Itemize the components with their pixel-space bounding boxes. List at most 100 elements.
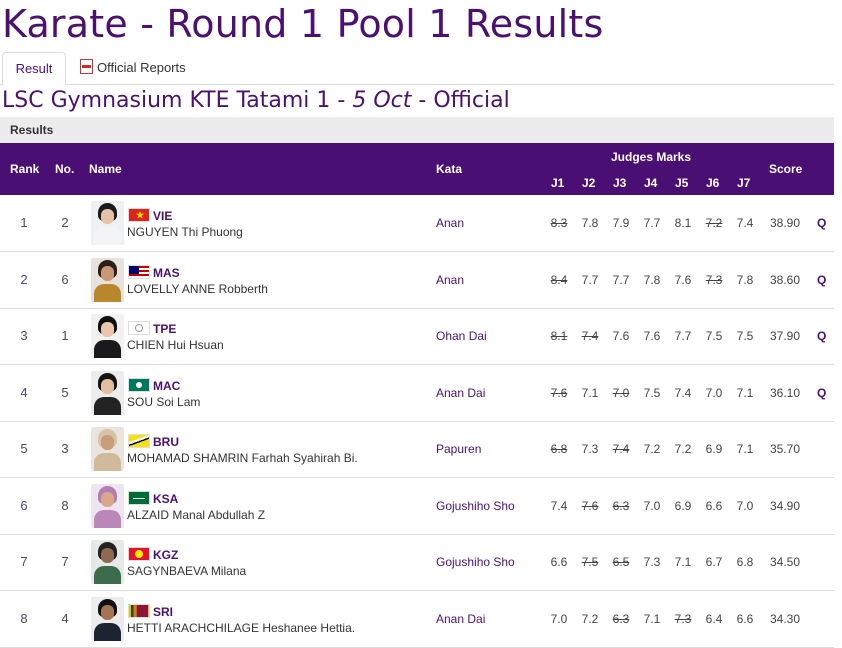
judge-mark-j5: 7.6 [674, 272, 692, 287]
qualification-badge: Q [817, 385, 827, 400]
score-cell: 35.70 [770, 442, 801, 456]
score-cell: 34.50 [770, 555, 801, 569]
athlete-photo[interactable] [91, 257, 124, 302]
rank-cell: 4 [20, 384, 28, 400]
athlete-name-link[interactable]: CHIEN Hui Hsuan [127, 338, 224, 352]
judge-mark-j7: 7.0 [736, 498, 754, 513]
athlete-photo[interactable] [91, 370, 124, 415]
judge-mark-j7: 7.4 [736, 216, 754, 230]
table-row[interactable]: 3 1 TPE CHIEN Hui Hsuan Ohan Dai 8.1 7.4 7.6 7.6… [0, 308, 834, 365]
judge-mark-j7: 7.1 [736, 442, 754, 456]
athlete-photo[interactable] [91, 483, 124, 528]
results-table-header: Rank No. Name Kata Judges Marks J1 J2 J3… [0, 143, 834, 195]
table-row[interactable]: 7 7 KGZ SAGYNBAEVA Milana Gojushiho Sho 6.6 7.… [0, 534, 834, 591]
judge-mark-j2: 7.1 [581, 385, 599, 400]
bib-number-cell: 6 [61, 271, 69, 287]
rank-cell: 1 [20, 215, 28, 230]
athlete-name-link[interactable]: SOU Soi Lam [127, 395, 200, 409]
judge-mark-j5: 8.1 [674, 216, 692, 230]
athlete-name-link[interactable]: SAGYNBAEVA Milana [127, 564, 246, 578]
tab-bar: Result Official Reports [0, 52, 834, 86]
bib-number-cell: 4 [61, 610, 69, 626]
judge-mark-j2: 7.8 [581, 216, 599, 230]
athlete-photo[interactable] [91, 596, 124, 641]
judge-mark-j1: 7.0 [550, 611, 568, 626]
judge-mark-j1: 7.6 [550, 385, 568, 400]
country-code[interactable]: KGZ [128, 547, 178, 562]
header-rank[interactable]: Rank [10, 162, 39, 176]
score-cell: 34.90 [770, 498, 801, 513]
judge-mark-j6: 7.5 [705, 329, 723, 343]
athlete-name-link[interactable]: ALZAID Manal Abdullah Z [127, 508, 265, 522]
bib-number-cell: 3 [61, 441, 69, 456]
table-row[interactable]: 2 6 MAS LOVELLY ANNE Robberth Anan 8.4 7.7 7.7 7… [0, 252, 834, 309]
judge-mark-j6: 6.6 [705, 498, 723, 513]
judge-mark-j1: 6.6 [550, 555, 568, 569]
table-row[interactable]: 8 4 SRI HETTI ARACHCHILAGE Heshanee Hettia.… [0, 591, 834, 648]
country-code[interactable]: MAS [128, 264, 180, 280]
country-code[interactable]: SRI [128, 603, 174, 619]
judge-mark-j4: 7.3 [643, 555, 661, 569]
athlete-photo[interactable] [91, 427, 124, 471]
header-judges-marks: Judges Marks [611, 150, 692, 164]
judge-mark-j4: 7.8 [643, 272, 661, 287]
country-code[interactable]: BRU [128, 434, 179, 449]
table-row[interactable]: 6 8 KSA ALZAID Manal Abdullah Z Gojushiho Sh… [0, 478, 834, 535]
score-cell: 37.90 [770, 329, 801, 343]
score-cell: 34.30 [770, 611, 801, 626]
header-no[interactable]: No. [55, 162, 74, 176]
kata-cell: Gojushiho Sho [436, 498, 515, 513]
judge-mark-j7: 6.6 [736, 611, 754, 626]
athlete-photo[interactable] [91, 314, 124, 358]
tab-official-reports-label: Official Reports [97, 60, 186, 75]
judge-mark-j4: 7.0 [643, 498, 661, 513]
athlete-photo[interactable] [91, 201, 124, 245]
rank-cell: 3 [20, 328, 28, 343]
athlete-name-link[interactable]: HETTI ARACHCHILAGE Heshanee Hettia. [127, 621, 355, 635]
country-code-label: SRI [153, 604, 174, 619]
country-code[interactable]: TPE [128, 321, 176, 336]
country-code[interactable]: MAC [128, 377, 180, 393]
judge-mark-j1: 6.8 [550, 442, 568, 456]
tab-result-label: Result [15, 61, 53, 76]
tab-result[interactable]: Result [2, 52, 66, 86]
header-score[interactable]: Score [769, 162, 802, 176]
athlete-name-link[interactable]: NGUYEN Thi Phuong [127, 225, 243, 239]
judge-mark-j2: 7.3 [581, 442, 599, 456]
country-code-label: KSA [153, 491, 179, 506]
header-j1: J1 [551, 176, 565, 190]
table-row[interactable]: 5 3 BRU MOHAMAD SHAMRIN Farhah Syahirah Bi.… [0, 421, 834, 478]
judge-mark-j3: 7.0 [612, 385, 630, 400]
judge-mark-j5: 7.4 [674, 385, 692, 400]
judge-mark-j3: 7.6 [612, 329, 630, 343]
judge-mark-j4: 7.7 [643, 216, 661, 230]
judge-mark-j6: 6.9 [705, 442, 723, 456]
judge-mark-j6: 7.0 [705, 385, 723, 400]
country-flag-icon [128, 603, 150, 618]
venue-separator: - [411, 88, 434, 113]
country-code-label: BRU [153, 435, 179, 449]
country-code-label: TPE [153, 322, 177, 336]
header-j2: J2 [582, 176, 596, 190]
tab-official-reports[interactable]: Official Reports [80, 52, 186, 84]
header-name[interactable]: Name [89, 162, 122, 176]
judge-mark-j5: 7.7 [674, 329, 692, 343]
table-row[interactable]: 4 5 MAC SOU Soi Lam Anan Dai 7.6 7.1 7.0 7.5 7.4 7… [0, 365, 834, 422]
header-j4: J4 [644, 176, 658, 190]
rank-cell: 7 [20, 554, 28, 569]
judge-mark-j1: 8.1 [550, 329, 568, 343]
athlete-photo[interactable] [91, 540, 124, 584]
country-code-label: VIE [153, 209, 173, 223]
country-code[interactable]: KSA [128, 490, 179, 506]
judge-mark-j1: 7.4 [550, 498, 568, 513]
athlete-name-link[interactable]: LOVELLY ANNE Robberth [127, 282, 268, 296]
header-j5: J5 [675, 176, 689, 190]
kata-cell: Gojushiho Sho [436, 555, 515, 569]
judge-mark-j7: 7.8 [736, 272, 754, 287]
table-row[interactable]: 1 2 ★ VIE NGUYEN Thi Phuong Anan 8.3 7.8 7.9 7.7 8… [0, 195, 834, 252]
header-kata[interactable]: Kata [436, 162, 462, 176]
rank-cell: 5 [20, 441, 28, 456]
bib-number-cell: 5 [61, 384, 69, 400]
athlete-name-link[interactable]: MOHAMAD SHAMRIN Farhah Syahirah Bi. [127, 451, 358, 465]
country-code[interactable]: ★ VIE [128, 208, 172, 223]
